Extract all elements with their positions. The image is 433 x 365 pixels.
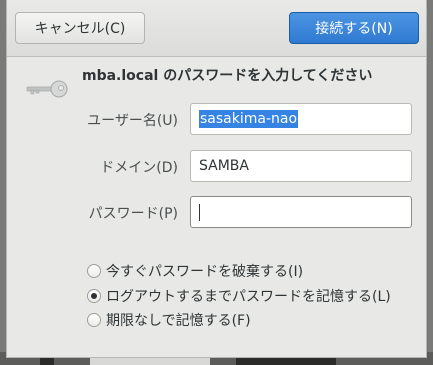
radio-remember-forever-label: 期限なしで記憶する(F) bbox=[106, 313, 251, 329]
domain-value: SAMBA bbox=[199, 158, 249, 174]
domain-label: ドメイン(D) bbox=[100, 160, 178, 176]
domain-field[interactable]: SAMBA bbox=[190, 150, 412, 182]
password-dialog: キャンセル(C) 接続する(N) mba.local のパスワードを入力してくだ… bbox=[6, 0, 427, 358]
radio-forget-now-label: 今すぐパスワードを破棄する(I) bbox=[106, 264, 304, 280]
radio-button-icon[interactable] bbox=[87, 264, 101, 278]
username-label: ユーザー名(U) bbox=[87, 113, 178, 129]
username-value: sasakima-nao bbox=[199, 110, 299, 128]
radio-button-checked-icon[interactable] bbox=[87, 289, 101, 303]
password-field[interactable] bbox=[190, 196, 412, 228]
radio-button-icon[interactable] bbox=[87, 313, 101, 327]
dialog-headerbar: キャンセル(C) 接続する(N) bbox=[7, 0, 426, 57]
radio-forget-now[interactable]: 今すぐパスワードを破棄する(I) bbox=[87, 261, 303, 281]
radio-remember-forever[interactable]: 期限なしで記憶する(F) bbox=[87, 310, 251, 330]
username-field[interactable]: sasakima-nao bbox=[190, 103, 412, 135]
radio-remember-until-logout-label: ログアウトするまでパスワードを記憶する(L) bbox=[106, 289, 391, 305]
cancel-button[interactable]: キャンセル(C) bbox=[15, 12, 145, 44]
connect-button[interactable]: 接続する(N) bbox=[289, 12, 419, 44]
key-icon bbox=[26, 80, 68, 98]
text-cursor bbox=[199, 203, 200, 221]
radio-remember-until-logout[interactable]: ログアウトするまでパスワードを記憶する(L) bbox=[87, 286, 391, 306]
password-label: パスワード(P) bbox=[88, 206, 178, 222]
dialog-heading: mba.local のパスワードを入力してください bbox=[82, 68, 373, 84]
